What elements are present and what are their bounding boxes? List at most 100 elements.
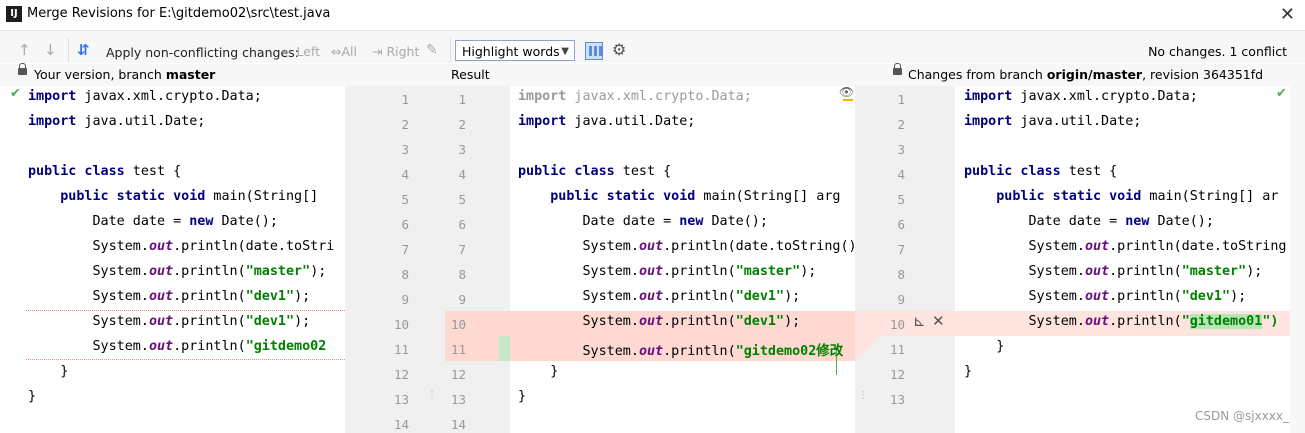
- line-number: 3: [401, 142, 409, 157]
- code-line: public class test {: [28, 164, 181, 179]
- code-token: public static void: [550, 189, 696, 204]
- code-token: .println(: [1109, 314, 1182, 329]
- code-token: "dev1": [245, 314, 295, 329]
- code-token: System.: [964, 289, 1085, 304]
- eye-icon[interactable]: 👁: [839, 85, 854, 99]
- result-editor[interactable]: import javax.xml.crypto.Data; import java…: [510, 86, 855, 433]
- left-editor[interactable]: import javax.xml.crypto.Data; import java…: [0, 86, 345, 433]
- code-token: test {: [1060, 164, 1118, 179]
- apply-right-label: Right: [386, 44, 420, 59]
- line-number: 12: [889, 367, 905, 382]
- code-line: }: [518, 364, 558, 379]
- code-token: );: [800, 264, 817, 279]
- accept-change-icon[interactable]: ⊾: [913, 312, 926, 330]
- highlight-words-select[interactable]: Highlight words ▼: [455, 40, 575, 61]
- apply-left-button[interactable]: ⇤ Left: [282, 44, 320, 59]
- line-number: 2: [401, 117, 409, 132]
- code-token: System.: [28, 239, 149, 254]
- code-token: out: [1084, 289, 1110, 304]
- code-token: out: [148, 314, 174, 329]
- code-token: "dev1": [735, 314, 785, 329]
- code-token: System.: [964, 314, 1085, 329]
- code-token: }: [518, 364, 559, 379]
- code-token: Date();: [703, 214, 768, 229]
- code-line: import javax.xml.crypto.Data;: [28, 89, 262, 104]
- code-token: out: [1084, 264, 1110, 279]
- code-token: "master": [735, 264, 801, 279]
- code-token: javax.xml.crypto.Data;: [76, 89, 262, 104]
- fold-icon[interactable]: ⋮: [858, 390, 868, 401]
- arrow-right-icon: ⇥: [372, 44, 383, 59]
- fold-icon[interactable]: ⋮: [427, 390, 437, 401]
- warning-stripe: [843, 99, 853, 101]
- code-token: Date date =: [964, 214, 1126, 229]
- code-token: "master": [245, 264, 311, 279]
- code-token: Date();: [1149, 214, 1214, 229]
- code-line: System.out.println("dev1");: [518, 314, 800, 329]
- code-token: new: [679, 214, 704, 229]
- next-difference-icon[interactable]: ↓: [44, 41, 57, 59]
- code-token: }: [28, 389, 37, 404]
- code-token: System.: [28, 314, 149, 329]
- apply-all-icon: ⇔: [331, 44, 342, 59]
- code-token: import: [964, 114, 1013, 129]
- code-token: java.util.Date;: [76, 114, 206, 129]
- check-icon: ✔: [10, 86, 21, 101]
- code-token: import: [518, 89, 567, 104]
- resolve-changes-icon[interactable]: ⇵: [77, 41, 90, 59]
- code-token: out: [148, 289, 174, 304]
- code-line: public class test {: [518, 164, 671, 179]
- check-icon: ✔: [1276, 86, 1287, 101]
- line-number: 4: [458, 167, 466, 182]
- line-number: 12: [450, 367, 466, 382]
- code-token: out: [1084, 239, 1110, 254]
- apply-right-button[interactable]: ⇥ Right: [372, 44, 419, 59]
- line-number: 10: [450, 317, 466, 332]
- code-token: .println(: [663, 264, 736, 279]
- line-number: 7: [897, 242, 905, 257]
- code-line: import java.util.Date;: [964, 114, 1141, 129]
- code-token: System.: [518, 264, 639, 279]
- code-token: .println(: [1109, 264, 1182, 279]
- code-token: .println(: [173, 264, 246, 279]
- code-token: out: [148, 339, 174, 354]
- code-token: java.util.Date;: [1012, 114, 1142, 129]
- gear-icon[interactable]: ⚙: [612, 40, 626, 59]
- vertical-scrollbar[interactable]: [1290, 86, 1305, 433]
- previous-difference-icon[interactable]: ↑: [18, 41, 31, 59]
- code-token: );: [784, 314, 801, 329]
- line-number: 3: [897, 142, 905, 157]
- code-line: }: [28, 389, 36, 404]
- merge-status: No changes. 1 conflict: [1148, 44, 1287, 59]
- code-token: }: [518, 389, 527, 404]
- close-icon[interactable]: ✕: [1280, 4, 1295, 25]
- code-line: Date date = new Date();: [28, 214, 277, 229]
- center-panel-title: Result: [451, 67, 490, 82]
- code-line: }: [964, 364, 972, 379]
- code-line: Date date = new Date();: [964, 214, 1214, 229]
- line-number: 2: [897, 117, 905, 132]
- right-editor[interactable]: import javax.xml.crypto.Data; import java…: [955, 86, 1290, 433]
- code-line: System.out.println("master");: [964, 264, 1262, 279]
- apply-all-button[interactable]: ⇔All: [331, 44, 357, 59]
- code-line: System.out.println(date.toStri: [28, 239, 334, 254]
- code-line: import java.util.Date;: [518, 114, 695, 129]
- code-token: gitdemo01: [1189, 314, 1263, 329]
- code-token: }: [28, 364, 69, 379]
- column-layout-icon[interactable]: [585, 42, 603, 60]
- magic-resolve-icon[interactable]: ✎: [426, 42, 438, 58]
- code-token: import: [964, 89, 1013, 104]
- code-line: System.out.println("dev1");: [28, 289, 310, 304]
- code-token: .println(date.toString(): [663, 239, 855, 254]
- code-token: }: [964, 364, 973, 379]
- line-number: 8: [897, 267, 905, 282]
- code-token: main(String[]: [205, 189, 319, 204]
- left-branch: master: [165, 67, 216, 82]
- code-line: System.out.println(date.toString(): [518, 239, 855, 254]
- code-token: main(String[] arg: [695, 189, 841, 204]
- ignore-change-icon[interactable]: ✕: [932, 312, 945, 330]
- line-number: 5: [401, 192, 409, 207]
- line-number: 4: [897, 167, 905, 182]
